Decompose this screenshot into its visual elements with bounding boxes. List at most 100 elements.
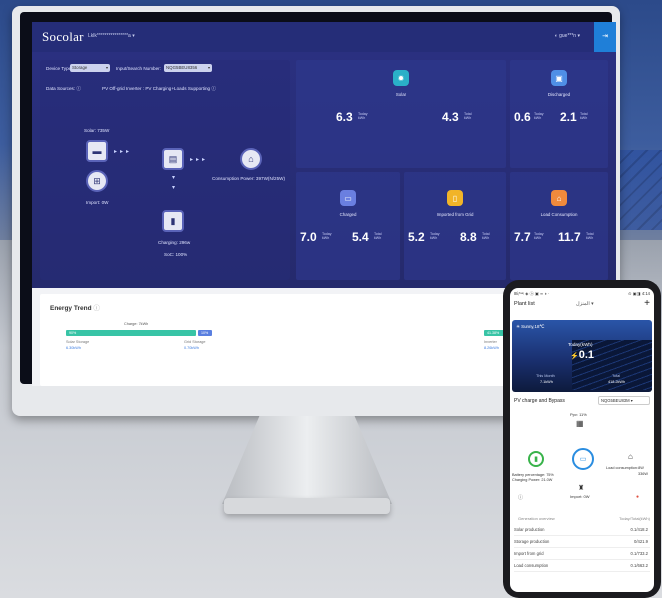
import-label: Import: 0W [570,494,590,499]
load-today-unit: Today kWh [534,232,544,240]
add-plant-icon[interactable]: + [644,298,650,309]
brand-logo: Socolar [42,29,84,44]
overview-row: Storage production 0/421.9 [514,536,650,548]
device-select[interactable]: NQG5BEU83M ▾ [598,396,650,405]
imported-total-value: 8.8 [460,230,477,244]
total-label: Total [612,374,621,378]
search-number-select[interactable]: NQG5BEU8356 [164,64,212,72]
discharged-total-value: 2.1 [560,110,577,124]
tile-solar-name: Solar [395,92,407,97]
tile-discharged: ▣ Discharged 0.6 Today kWh 2.1 Total kWh [510,60,608,168]
tile-discharged-name: Discharged [547,92,571,97]
inverter-ring-icon: ▭ [572,448,594,470]
imported-today-unit-text: kWh [430,236,438,241]
info-icon: ⓘ [93,305,100,312]
grid-tower-icon: ⊞ [86,170,108,192]
charged-today-value: 7.0 [300,230,317,244]
row-name: Import from grid [514,551,544,556]
load-today-unit-text: kWh [534,236,542,241]
grid-import-icon: ▯ [447,190,463,206]
phone-status-bar: Ⅲiᵢᵀᵃᶦᵑ ◈ ⓐ ▣ ∞ ◑ · ⊙ ▣◨ 4:14 [510,288,654,298]
solar-total-value: 4.3 [442,110,459,124]
grid-storage-bar: 10% [198,330,212,336]
solar-total-unit: Total kWh [464,112,472,120]
load-value: 336W [638,472,648,476]
inverter-value: 8.26kWh [484,346,499,350]
tile-load-name: Load Consumption [540,212,578,217]
info-left-icon[interactable]: ⓘ [518,494,523,501]
tile-charged: ▭ Charged 7.0 Today kWh 5.4 Total kWh [296,172,400,280]
pv-panel-icon: ▦ [576,419,584,428]
tile-imported-name: Imported from Grid [436,212,474,217]
plant-name-select[interactable]: المنزل ▾ [576,301,594,307]
data-sources-label: Data Sources: ⓘ [46,86,81,91]
row-value: 0.1/733.2 [630,551,648,556]
imported-total-unit-text: kWh [482,236,490,241]
discharged-today-unit-text: kWh [534,116,542,121]
energy-trend-title: Energy Trend ⓘ [50,302,100,312]
soc-label: SoC: 100% [164,252,188,257]
logout-icon[interactable]: ⇥ [594,22,616,52]
load-total-unit-text: kWh [586,236,594,241]
grid-tower-phone-icon: ♜ [578,485,585,492]
data-sources-mode: PV Off-grid Inverter : PV Charging+Loads… [102,86,216,91]
consumption-power-label: Consumption Power: 397W(N/25W) [212,176,286,181]
today-kwh-label: Today(kWh) [568,342,593,347]
discharged-today-value: 0.6 [514,110,531,124]
energy-trend-title-text: Energy Trend [50,305,92,312]
home-icon: ⌂ [240,148,262,170]
section-title: PV charge and Bypass [514,398,565,404]
solar-panel-icon: ▬ [86,140,108,162]
device-type-select[interactable]: Storage [70,64,110,72]
dashboard-header: Socolar Lklk****************a ▾ ◐ gue***… [32,22,616,52]
row-value: 0.1/663.2 [630,563,648,568]
battery-ring-icon: ▮ [528,451,544,467]
solar-today-value: 6.3 [336,110,353,124]
solar-power-label: Solar: 735W [84,128,110,133]
charging-power-label: Charging: 296w [158,240,191,245]
phone-screen: Ⅲiᵢᵀᵃᶦᵑ ◈ ⓐ ▣ ∞ ◑ · ⊙ ▣◨ 4:14 Plant list… [510,288,654,592]
alert-icon[interactable]: ● [636,494,639,500]
imported-total-unit: Total kWh [482,232,490,240]
overview-cols: Today/Total(kWh) [619,516,650,521]
today-value: ⚡0.1 [570,349,594,361]
today-up-icon: ⚡ [570,353,579,360]
status-icons: Ⅲiᵢᵀᵃᶦᵑ ◈ ⓐ ▣ ∞ ◑ · [514,291,550,296]
row-value: 0/421.9 [634,539,648,544]
account-selector[interactable]: Lklk****************a ▾ [88,33,135,39]
weather-label: ☀ Sunny,18℃ [516,324,545,329]
status-clock: ⊙ ▣◨ 4:14 [628,291,650,296]
charging-power: Charging Power: 21.0W [512,478,553,482]
discharged-today-unit: Today kWh [534,112,544,120]
user-menu[interactable]: ◐ gue***n ▾ [555,33,580,39]
battery-percentage: Battery percentage: 75% [512,473,554,477]
today-value-text: 0.1 [578,349,595,361]
device-select-text: NQG5BEU83M [601,398,630,403]
arrow-inverter-battery-icon: ▾▾ [170,174,176,194]
solar-storage-label: Solar Storage [66,340,90,344]
plant-list-title[interactable]: Plant list [514,301,535,307]
device-type-label: Device Type: [46,66,73,71]
load-total-unit: Total kWh [586,232,594,240]
solar-storage-value: 6.30kWh [66,346,81,350]
discharged-total-unit: Total kWh [580,112,588,120]
ppv-label: Ppv: 11% [570,412,587,417]
imported-today-unit: Today kWh [430,232,440,240]
solar-icon: ✹ [393,70,409,86]
charged-total-value: 5.4 [352,230,369,244]
overview-row: Load consumption 0.1/663.2 [514,560,650,572]
this-month-value: 7.1kWh [540,380,553,384]
dashboard-body: Device Type: Storage Input/Search Number… [32,52,616,288]
arrow-inverter-home-icon: ▸▸▸ [190,157,209,163]
solar-today-unit: Today kWh [358,112,368,120]
weather-text: Sunny,18℃ [521,324,545,329]
row-name: Solar production [514,527,545,532]
load-home-icon: ⌂ [551,190,567,206]
charged-icon: ▭ [340,190,356,206]
imported-today-value: 5.2 [408,230,425,244]
overview-row: Solar production 0.1/418.2 [514,524,650,536]
load-home-phone-icon: ⌂ [628,452,633,461]
monitor-base [224,498,390,514]
row-name: Load consumption [514,563,549,568]
discharged-total-unit-text: kWh [580,116,588,121]
